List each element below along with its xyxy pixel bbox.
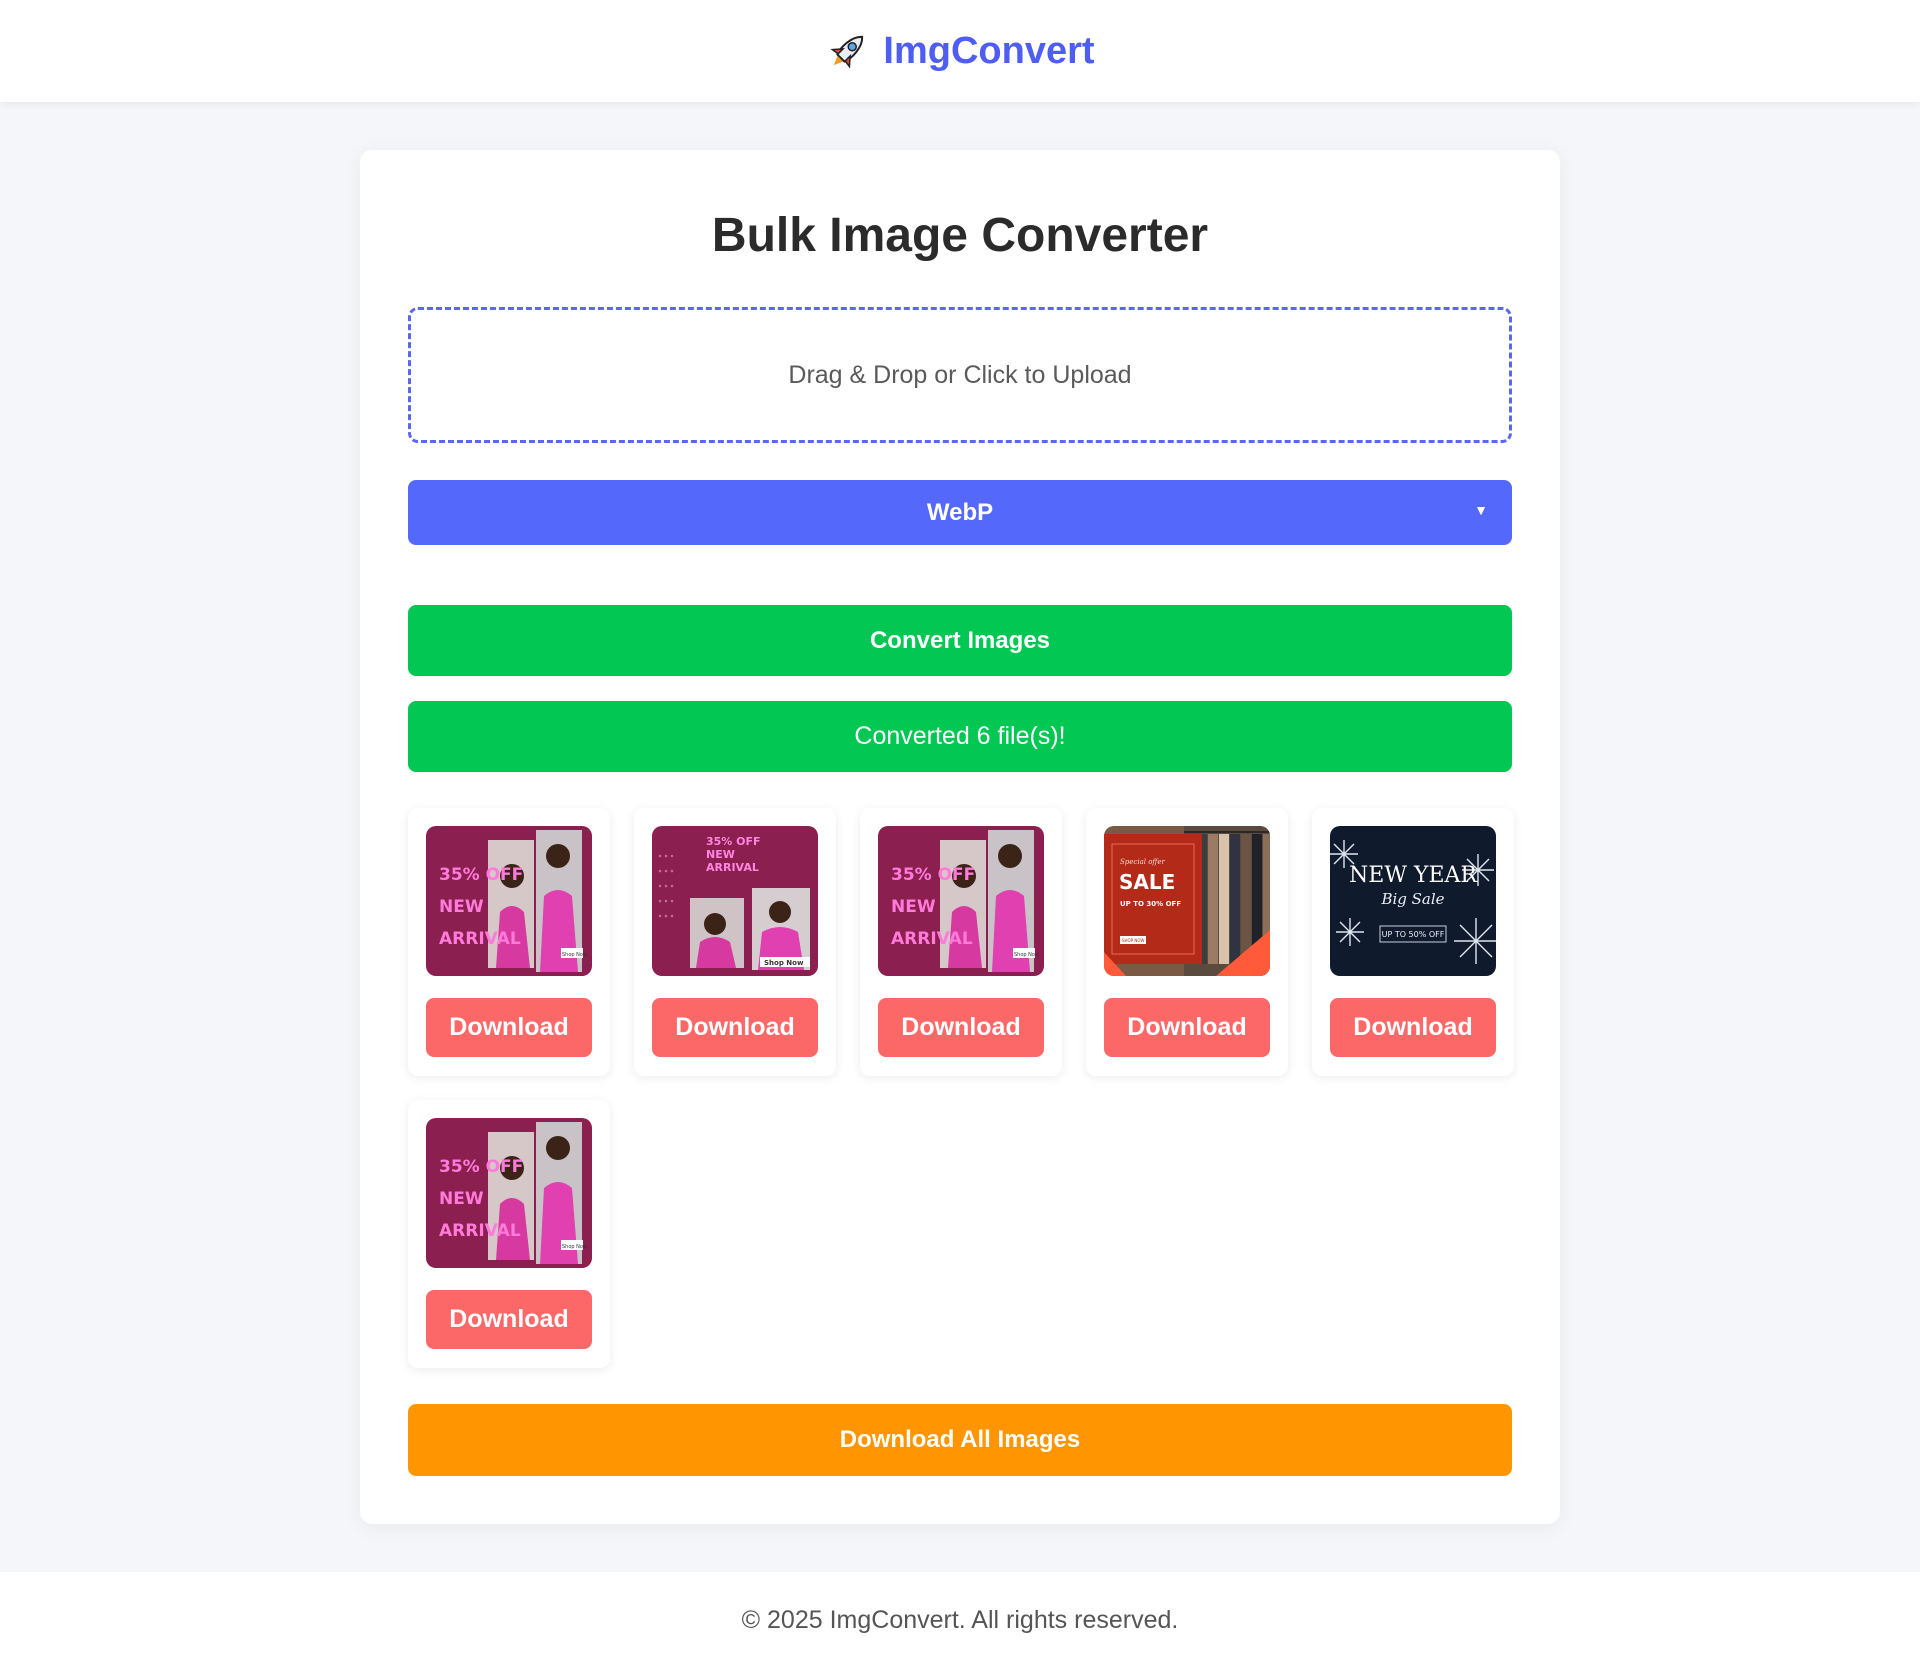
svg-text:NEW YEAR: NEW YEAR bbox=[1349, 863, 1478, 888]
result-thumbnail[interactable]: 35% OFF NEW ARRIVAL Shop Now bbox=[652, 826, 818, 976]
download-button-label: Download bbox=[449, 1305, 569, 1333]
download-button[interactable]: Download bbox=[426, 1290, 592, 1349]
svg-text:ARRIVAL: ARRIVAL bbox=[439, 1221, 521, 1241]
convert-button[interactable]: Convert Images bbox=[408, 605, 1512, 676]
footer-copyright: © 2025 ImgConvert. All rights reserved. bbox=[741, 1605, 1179, 1634]
svg-text:Shop Now: Shop Now bbox=[764, 959, 804, 967]
svg-text:UP TO 50% OFF: UP TO 50% OFF bbox=[1382, 930, 1445, 939]
result-card: 35% OFF NEW ARRIVAL Shop Now Download bbox=[408, 808, 610, 1076]
download-button[interactable]: Download bbox=[1104, 998, 1270, 1057]
download-button[interactable]: Download bbox=[878, 998, 1044, 1057]
svg-text:35% OFF: 35% OFF bbox=[439, 1157, 523, 1177]
svg-text:SALE: SALE bbox=[1119, 870, 1175, 894]
brand[interactable]: ImgConvert bbox=[825, 28, 1095, 74]
download-button[interactable]: Download bbox=[426, 998, 592, 1057]
svg-text:Big Sale: Big Sale bbox=[1380, 890, 1444, 908]
dropzone-label: Drag & Drop or Click to Upload bbox=[788, 360, 1132, 389]
status-message: Converted 6 file(s)! bbox=[408, 701, 1512, 772]
convert-button-label: Convert Images bbox=[869, 626, 1051, 654]
upload-dropzone[interactable]: Drag & Drop or Click to Upload bbox=[408, 307, 1512, 443]
format-select-value: WebP bbox=[926, 498, 994, 526]
svg-text:SHOP NOW: SHOP NOW bbox=[1122, 938, 1145, 943]
download-button-label: Download bbox=[675, 1013, 795, 1041]
status-message-text: Converted 6 file(s)! bbox=[854, 722, 1066, 750]
site-footer: © 2025 ImgConvert. All rights reserved. bbox=[0, 1572, 1920, 1668]
svg-text:Shop Now: Shop Now bbox=[1014, 952, 1039, 958]
download-button[interactable]: Download bbox=[652, 998, 818, 1057]
svg-text:ARRIVAL: ARRIVAL bbox=[439, 929, 521, 949]
result-card: 35% OFF NEW ARRIVAL Shop Now Download bbox=[860, 808, 1062, 1076]
download-button-label: Download bbox=[1353, 1013, 1473, 1041]
brand-name: ImgConvert bbox=[883, 29, 1095, 72]
svg-text:NEW: NEW bbox=[439, 1189, 484, 1209]
rocket-icon bbox=[830, 35, 864, 69]
format-select[interactable]: WebP ▼ bbox=[408, 480, 1512, 545]
svg-text:NEW: NEW bbox=[706, 848, 735, 861]
svg-text:Shop Now: Shop Now bbox=[562, 1244, 587, 1250]
chevron-down-icon: ▼ bbox=[1474, 502, 1488, 518]
download-button-label: Download bbox=[449, 1013, 569, 1041]
site-header: ImgConvert bbox=[0, 0, 1920, 102]
svg-text:35% OFF: 35% OFF bbox=[706, 835, 761, 848]
result-thumbnail[interactable]: NEW YEAR Big Sale UP TO 50% OFF bbox=[1330, 826, 1496, 976]
svg-text:UP TO 30% OFF: UP TO 30% OFF bbox=[1120, 900, 1181, 908]
page-title: Bulk Image Converter bbox=[711, 209, 1209, 262]
svg-text:ARRIVAL: ARRIVAL bbox=[891, 929, 973, 949]
svg-text:NEW: NEW bbox=[891, 897, 936, 917]
svg-text:35% OFF: 35% OFF bbox=[891, 865, 975, 885]
converter-card: Bulk Image Converter Drag & Drop or Clic… bbox=[360, 150, 1560, 1524]
result-card: 35% OFF NEW ARRIVAL Shop Now Download bbox=[408, 1100, 610, 1368]
download-button[interactable]: Download bbox=[1330, 998, 1496, 1057]
download-button-label: Download bbox=[1127, 1013, 1247, 1041]
download-button-label: Download bbox=[901, 1013, 1021, 1041]
svg-text:NEW: NEW bbox=[439, 897, 484, 917]
download-all-button[interactable]: Download All Images bbox=[408, 1404, 1512, 1476]
svg-text:ARRIVAL: ARRIVAL bbox=[706, 861, 759, 874]
svg-text:Special offer: Special offer bbox=[1120, 858, 1166, 866]
result-thumbnail[interactable]: 35% OFF NEW ARRIVAL Shop Now bbox=[878, 826, 1044, 976]
result-thumbnail[interactable]: 35% OFF NEW ARRIVAL Shop Now bbox=[426, 1118, 592, 1268]
result-thumbnail[interactable]: 35% OFF NEW ARRIVAL Shop Now bbox=[426, 826, 592, 976]
result-card: NEW YEAR Big Sale UP TO 50% OFF Download bbox=[1312, 808, 1514, 1076]
result-thumbnail[interactable]: Special offer SALE UP TO 30% OFF SHOP NO… bbox=[1104, 826, 1270, 976]
result-card: 35% OFF NEW ARRIVAL Shop Now Download bbox=[634, 808, 836, 1076]
download-all-button-label: Download All Images bbox=[839, 1426, 1081, 1453]
svg-text:35% OFF: 35% OFF bbox=[439, 865, 523, 885]
result-card: Special offer SALE UP TO 30% OFF SHOP NO… bbox=[1086, 808, 1288, 1076]
svg-text:Shop Now: Shop Now bbox=[562, 952, 587, 958]
